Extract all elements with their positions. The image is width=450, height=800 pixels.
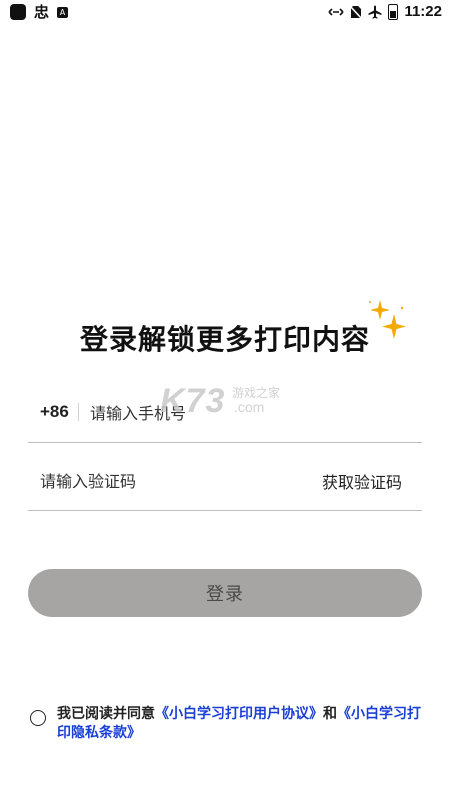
login-button-label: 登录: [206, 584, 244, 605]
country-code[interactable]: +86: [40, 402, 69, 422]
battery-icon: [388, 3, 399, 20]
accessibility-badge-icon: A: [57, 6, 69, 18]
watermark-line2: .com: [234, 399, 265, 415]
watermark-main: K73: [160, 382, 226, 420]
login-button[interactable]: 登录: [28, 569, 422, 617]
agreement-prefix: 我已阅读并同意: [57, 706, 155, 722]
watermark-logo: K73 游戏之家 .com: [160, 382, 280, 421]
agreement-text: 我已阅读并同意《小白学习打印用户协议》和《小白学习打印隐私条款》: [57, 705, 427, 743]
user-agreement-link[interactable]: 《小白学习打印用户协议》: [155, 706, 323, 722]
agreement-checkbox[interactable]: [30, 710, 46, 726]
verification-code-field: 获取验证码: [28, 450, 422, 511]
data-transfer-icon: [328, 7, 345, 16]
status-left: 忠 A: [10, 3, 69, 21]
app-glyph-icon: 忠: [34, 3, 50, 21]
status-right: 11:22: [328, 3, 442, 20]
agreement-conjunction: 和: [323, 706, 337, 722]
no-sim-icon: [350, 4, 363, 19]
app-square-icon: [10, 4, 26, 20]
sparkle-icon: [369, 300, 406, 339]
clock: 11:22: [404, 3, 442, 20]
status-bar: 忠 A 11:22: [0, 0, 450, 26]
verification-code-input[interactable]: [40, 468, 280, 494]
prefix-divider: [78, 403, 79, 421]
get-code-button[interactable]: 获取验证码: [322, 469, 402, 493]
airplane-mode-icon: [368, 5, 382, 19]
